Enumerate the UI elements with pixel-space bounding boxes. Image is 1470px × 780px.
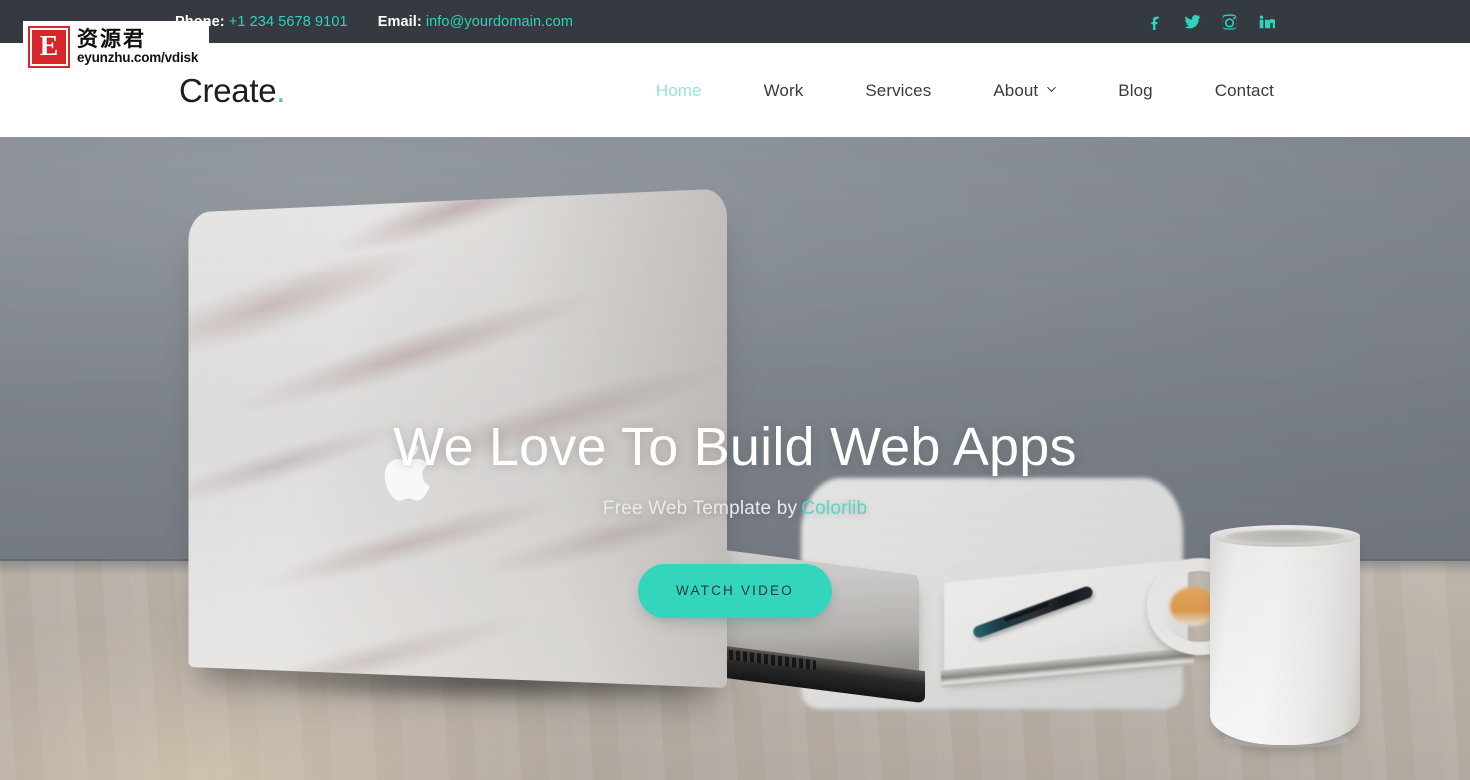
chevron-down-icon [1047, 85, 1056, 94]
watermark-overlay: E 资源君 eyunzhu.com/vdisk [23, 21, 209, 73]
hero-subtitle-prefix: Free Web Template by [603, 498, 797, 519]
watermark-badge-letter: E [30, 28, 68, 66]
nav-item-blog[interactable]: Blog [1087, 82, 1183, 99]
email-block: Email: info@yourdomain.com [378, 14, 573, 30]
nav-label: Home [656, 82, 702, 99]
site-logo[interactable]: Create. [179, 74, 285, 107]
hero-subtitle-link[interactable]: Colorlib [801, 498, 867, 519]
nav-label: About [993, 82, 1038, 99]
watermark-url: eyunzhu.com/vdisk [77, 51, 198, 65]
nav-label: Services [865, 82, 931, 99]
watermark-badge: E [28, 26, 70, 68]
top-contact-bar: Phone:+1 234 5678 9101 Email:info@yourdo… [0, 0, 1470, 43]
phone-value[interactable]: +1 234 5678 9101 [229, 14, 348, 30]
facebook-icon[interactable] [1147, 13, 1164, 30]
email-value[interactable]: info@yourdomain.com [426, 14, 573, 30]
hero-content: We Love To Build Web Apps Free Web Templ… [0, 137, 1470, 780]
watermark-brand-cn: 资源君 [77, 28, 198, 50]
nav-item-services[interactable]: Services [834, 82, 962, 99]
linkedin-icon[interactable] [1258, 13, 1275, 30]
instagram-icon[interactable] [1221, 13, 1238, 30]
nav-item-home[interactable]: Home [625, 82, 733, 99]
hero-subtitle: Free Web Template by Colorlib [603, 498, 867, 520]
brand-dot: . [276, 72, 285, 109]
social-links [1147, 13, 1275, 30]
email-label: Email: [378, 14, 422, 30]
twitter-icon[interactable] [1184, 13, 1201, 30]
watermark-text: 资源君 eyunzhu.com/vdisk [77, 28, 198, 65]
nav-item-work[interactable]: Work [733, 82, 835, 99]
watch-video-button[interactable]: WATCH VIDEO [638, 564, 832, 618]
brand-text: Create [179, 72, 276, 109]
nav-label: Blog [1118, 82, 1152, 99]
nav-item-about[interactable]: About [962, 82, 1087, 99]
nav-item-contact[interactable]: Contact [1184, 82, 1274, 99]
hero-section: We Love To Build Web Apps Free Web Templ… [0, 137, 1470, 780]
site-header: Create. Home Work Services About Blog Co… [0, 43, 1470, 137]
nav-label: Contact [1215, 82, 1274, 99]
top-contact-info: Phone:+1 234 5678 9101 Email:info@yourdo… [175, 14, 573, 30]
main-navigation: Home Work Services About Blog Contact [625, 82, 1274, 99]
nav-label: Work [764, 82, 804, 99]
hero-title: We Love To Build Web Apps [393, 419, 1076, 476]
